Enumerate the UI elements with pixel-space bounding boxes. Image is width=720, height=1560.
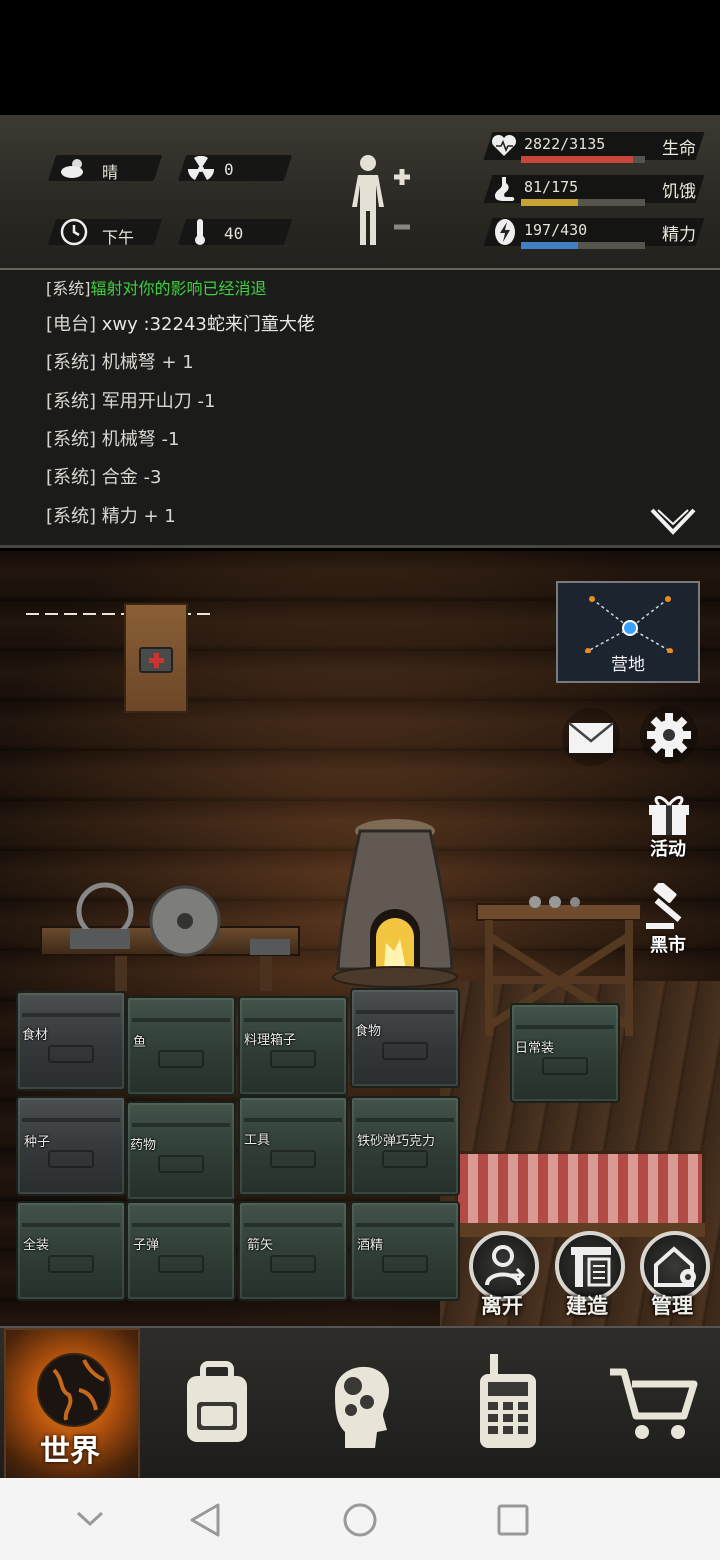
shopping-cart-icon[interactable] xyxy=(608,1366,698,1444)
storage-crate[interactable]: 子弹 xyxy=(126,1201,236,1301)
crate-label: 全装 xyxy=(23,1238,50,1253)
map-node-icon xyxy=(585,596,673,653)
nav-world-label: 世界 xyxy=(40,1434,100,1469)
home-icon[interactable] xyxy=(342,1502,378,1538)
blackmarket-label[interactable]: 黑市 xyxy=(650,931,686,957)
storage-crate[interactable]: 日常装 xyxy=(510,1003,620,1103)
log-line: [电台] xwy :32243蛇来门童大佬 xyxy=(46,314,315,335)
crate-label: 工具 xyxy=(244,1133,271,1148)
globe-icon xyxy=(37,1353,111,1427)
message-log[interactable]: [系统]辐射对你的影响已经消退 [电台] xwy :32243蛇来门童大佬 [系… xyxy=(0,270,720,548)
time-text: 下午 xyxy=(102,228,135,247)
crate-label: 箭矢 xyxy=(247,1238,274,1253)
furnace[interactable] xyxy=(330,819,460,989)
energy-value: 197/430 xyxy=(524,221,588,239)
storage-crate[interactable]: 食物 xyxy=(350,988,460,1088)
hunger-bar-fill xyxy=(521,199,579,206)
mail-icon[interactable] xyxy=(560,706,622,768)
radiation-value: 0 xyxy=(224,160,234,179)
storage-crate[interactable]: 鱼 xyxy=(126,996,236,1096)
hide-keyboard-icon[interactable] xyxy=(76,1510,104,1528)
medical-cabinet[interactable] xyxy=(124,603,188,713)
crate-label: 铁砂弹巧克力 xyxy=(357,1134,436,1149)
energy-bar xyxy=(521,242,645,249)
crate-label: 日常装 xyxy=(515,1041,555,1056)
stomach-icon xyxy=(495,177,515,201)
hunger-bar xyxy=(521,199,645,206)
storage-crate[interactable]: 工具 xyxy=(238,1096,348,1196)
bed[interactable] xyxy=(455,1151,705,1231)
skills-head-icon[interactable] xyxy=(327,1352,397,1452)
backpack-icon[interactable] xyxy=(177,1358,257,1448)
energy-label: 精力 xyxy=(662,225,696,245)
crate-label: 药物 xyxy=(130,1138,157,1153)
weather-icon xyxy=(61,159,83,178)
radiation-icon xyxy=(188,156,214,180)
system-navigation-bar xyxy=(0,1478,720,1560)
gear-icon[interactable] xyxy=(638,704,700,766)
weather-text: 晴 xyxy=(102,163,119,182)
storage-crate[interactable]: 酒精 xyxy=(350,1201,460,1301)
storage-crate[interactable]: 种子 xyxy=(16,1096,126,1196)
collapse-log-icon[interactable] xyxy=(650,508,696,538)
radio-icon[interactable] xyxy=(476,1354,540,1450)
manage-icon xyxy=(654,1246,696,1287)
camp-scene: 营地 活动 黑市 食材 鱼 料理箱子 食物 日常装 种子 药物 工具 铁砂弹巧克… xyxy=(0,551,720,1326)
leave-icon xyxy=(485,1245,526,1286)
minimap-camp[interactable]: 营地 xyxy=(556,581,700,683)
health-label: 生命 xyxy=(662,139,696,159)
temperature-value: 40 xyxy=(224,224,244,243)
log-line: [系统]辐射对你的影响已经消退 xyxy=(46,279,267,298)
crate-label: 食物 xyxy=(355,1024,382,1039)
minimap-label: 营地 xyxy=(611,655,645,675)
manage-label[interactable]: 管理 xyxy=(651,1290,693,1320)
storage-crate[interactable]: 全装 xyxy=(16,1201,126,1301)
recents-icon[interactable] xyxy=(496,1503,530,1537)
crate-label: 鱼 xyxy=(133,1035,147,1050)
health-bar-fill xyxy=(521,156,633,163)
stats-panel: 晴 0 下午 40 2822/3135 生命 81/175 饥饿 197/430… xyxy=(0,115,720,270)
log-line: [系统] 合金 -3 xyxy=(46,467,162,488)
storage-crate[interactable]: 料理箱子 xyxy=(238,996,348,1096)
health-value: 2822/3135 xyxy=(524,135,606,153)
crate-label: 料理箱子 xyxy=(244,1033,297,1048)
log-line: [系统] 机械弩 + 1 xyxy=(46,352,194,373)
storage-crate[interactable]: 食材 xyxy=(16,991,126,1091)
health-bar xyxy=(521,156,645,163)
energy-icon xyxy=(495,219,515,245)
hunger-label: 饥饿 xyxy=(662,182,696,202)
activity-label[interactable]: 活动 xyxy=(650,835,686,861)
body-status-icon[interactable] xyxy=(348,153,420,249)
status-bar xyxy=(0,0,720,115)
log-line: [系统] 机械弩 -1 xyxy=(46,429,180,450)
hunger-value: 81/175 xyxy=(524,178,579,196)
back-icon[interactable] xyxy=(188,1502,222,1538)
bottom-navigation: 世界 xyxy=(0,1326,720,1480)
heart-icon xyxy=(491,134,517,156)
storage-crate[interactable]: 铁砂弹巧克力 xyxy=(350,1096,460,1196)
storage-crate[interactable]: 药物 xyxy=(126,1101,236,1201)
crate-label: 种子 xyxy=(24,1135,51,1150)
leave-label[interactable]: 离开 xyxy=(481,1290,523,1320)
nav-world[interactable]: 世界 xyxy=(4,1328,140,1480)
crate-label: 食材 xyxy=(22,1028,49,1043)
thermometer-icon xyxy=(195,219,205,245)
storage-crate[interactable]: 箭矢 xyxy=(238,1201,348,1301)
build-label[interactable]: 建造 xyxy=(566,1290,608,1320)
crate-label: 子弹 xyxy=(133,1238,160,1253)
build-icon xyxy=(571,1247,611,1287)
crate-label: 酒精 xyxy=(357,1238,384,1253)
energy-bar-fill xyxy=(521,242,579,249)
log-line: [系统] 军用开山刀 -1 xyxy=(46,391,216,412)
clock-icon xyxy=(60,218,88,246)
log-line: [系统] 精力 + 1 xyxy=(46,506,176,527)
